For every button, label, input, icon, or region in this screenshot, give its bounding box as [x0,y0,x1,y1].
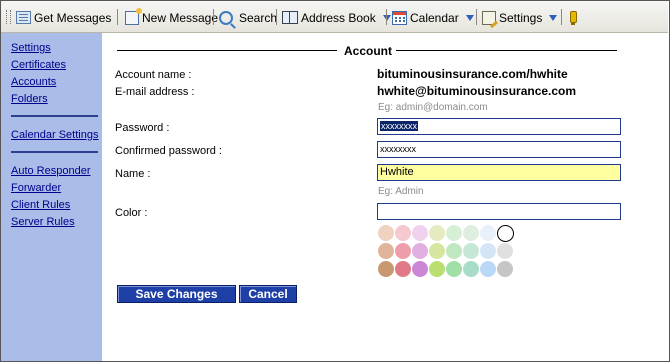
calendar-button[interactable]: Calendar [392,9,474,26]
new-message-button[interactable]: New Message [125,7,219,26]
sidebar-item-accounts[interactable]: Accounts [11,76,56,88]
color-swatch[interactable] [378,243,394,259]
sidebar-item-client-rules[interactable]: Client Rules [11,199,70,211]
color-palette [376,223,526,283]
color-swatch[interactable] [446,243,462,259]
color-swatch[interactable] [463,261,479,277]
color-swatch[interactable] [378,261,394,277]
settings-label: Settings [499,10,543,25]
new-message-icon [125,7,142,25]
color-swatch[interactable] [412,261,428,277]
color-field[interactable] [377,203,621,220]
toolbar-separator [561,9,562,25]
sidebar-item-folders[interactable]: Folders [11,93,48,105]
toolbar-separator [476,9,477,25]
name-value: Hwhite [380,166,414,178]
sidebar-item-server-rules[interactable]: Server Rules [11,216,75,228]
address-book-icon [282,11,298,24]
get-messages-icon [16,11,31,24]
color-swatch[interactable] [446,261,462,277]
color-swatch[interactable] [446,225,462,241]
address-book-button[interactable]: Address Book [282,9,391,26]
help-button[interactable] [567,9,580,26]
email-label: E-mail address : [115,86,195,98]
sidebar-item-calendar-settings[interactable]: Calendar Settings [11,129,98,141]
search-icon [219,10,233,25]
toolbar-separator [276,9,277,25]
email-value: hwhite@bituminousinsurance.com [377,84,577,98]
color-swatch[interactable] [480,225,496,241]
color-swatch[interactable] [378,225,394,241]
confirm-password-field[interactable]: xxxxxxxx [377,141,621,158]
color-swatch[interactable] [480,243,496,259]
sidebar-separator [11,115,98,117]
section-divider [117,50,337,51]
settings-icon [482,10,496,25]
password-label: Password : [115,122,170,134]
save-changes-button[interactable]: Save Changes [117,285,236,303]
toolbar-separator [213,9,214,25]
sidebar-item-forwarder[interactable]: Forwarder [11,182,61,194]
cancel-button[interactable]: Cancel [239,285,297,303]
color-swatch[interactable] [395,243,411,259]
chevron-down-icon[interactable] [549,14,558,21]
confirm-password-value: xxxxxxxx [380,144,416,154]
section-title: Account [344,44,392,58]
toolbar-grip[interactable] [6,10,11,24]
color-swatch[interactable] [412,243,428,259]
section-divider [396,50,617,51]
color-swatch[interactable] [395,261,411,277]
toolbar-separator [117,9,118,25]
sidebar: Settings Certificates Accounts Folders C… [1,33,102,361]
color-swatch[interactable] [463,243,479,259]
color-swatch[interactable] [497,243,513,259]
search-label: Search [239,10,278,25]
get-messages-button[interactable]: Get Messages [16,9,111,26]
address-book-label: Address Book [301,10,376,25]
chevron-down-icon[interactable] [465,14,474,21]
password-field[interactable]: xxxxxxxx [377,118,621,135]
toolbar-separator [386,9,387,25]
color-swatch[interactable] [395,225,411,241]
account-name-value: bituminousinsurance.com/hwhite [377,67,568,81]
email-hint: Eg: admin@domain.com [378,102,488,113]
color-swatch[interactable] [412,225,428,241]
new-message-label: New Message [142,10,219,25]
color-swatch[interactable] [463,225,479,241]
color-swatch[interactable] [429,261,445,277]
sidebar-item-certificates[interactable]: Certificates [11,59,66,71]
search-button[interactable]: Search [219,9,277,26]
sidebar-separator [11,151,98,153]
color-swatch[interactable] [480,261,496,277]
name-label: Name : [115,168,151,180]
get-messages-label: Get Messages [34,10,112,25]
sidebar-item-auto-responder[interactable]: Auto Responder [11,165,91,177]
name-field[interactable]: Hwhite [377,164,621,181]
toolbar: Get Messages New Message Search Address … [1,1,668,33]
settings-button[interactable]: Settings [482,9,558,26]
confirm-password-label: Confirmed password : [115,145,222,157]
password-value: xxxxxxxx [380,121,418,131]
color-swatch[interactable] [497,225,514,242]
color-swatch[interactable] [497,261,513,277]
calendar-label: Calendar [410,10,459,25]
help-icon [569,10,577,25]
color-swatch[interactable] [429,225,445,241]
account-name-label: Account name : [115,69,192,81]
name-hint: Eg: Admin [378,186,424,197]
sidebar-item-settings[interactable]: Settings [11,42,51,54]
color-swatch[interactable] [429,243,445,259]
calendar-icon [392,10,407,25]
color-label: Color : [115,207,148,219]
